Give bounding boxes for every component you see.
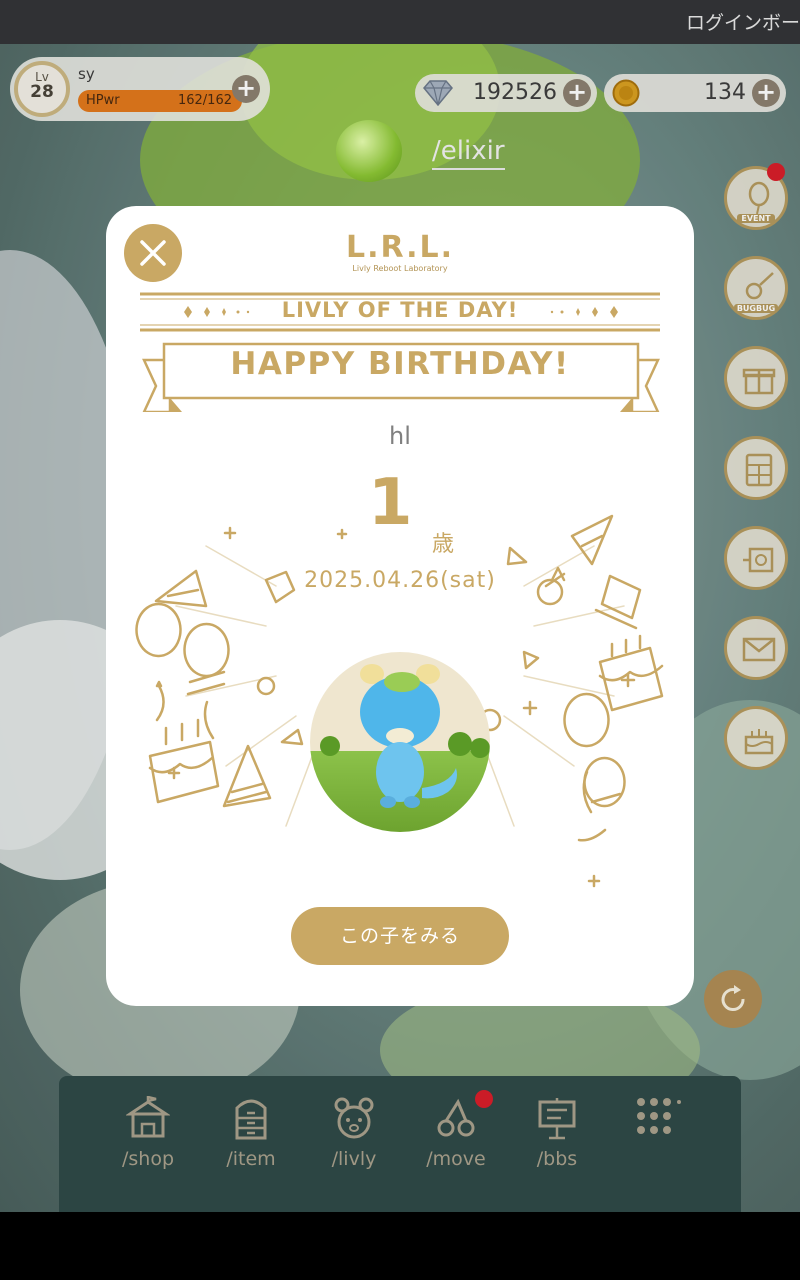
livly-of-the-day-heading: LIVLY OF THE DAY! <box>281 298 519 322</box>
sparkle-icon <box>522 672 636 888</box>
system-navigation-bar <box>0 1212 800 1280</box>
close-button[interactable] <box>124 224 182 282</box>
party-hat-icon <box>222 744 272 808</box>
cake-icon <box>148 718 220 804</box>
livly-portrait[interactable] <box>310 652 490 832</box>
logo-main-text: L.R.L. <box>345 230 455 265</box>
party-hat-icon <box>154 569 208 608</box>
confetti-circle <box>256 676 276 696</box>
hat-icon <box>594 574 642 630</box>
view-livly-button[interactable]: この子をみる <box>291 907 509 965</box>
close-icon <box>140 240 166 266</box>
logo-sub-text: Livly Reboot Laboratory <box>352 264 448 273</box>
birthday-modal: L.R.L. Livly Reboot Laboratory LIVLY OF … <box>106 206 694 1006</box>
cake-icon <box>598 634 664 712</box>
livly-character <box>320 664 490 808</box>
gem-icon <box>264 570 296 604</box>
star-icon <box>544 566 566 588</box>
lrl-logo: L.R.L. Livly Reboot Laboratory <box>330 232 470 274</box>
balloon-icon <box>183 622 230 740</box>
livly-name: hl <box>389 422 411 450</box>
balloon-icon <box>135 602 182 722</box>
happy-birthday-text: HAPPY BIRTHDAY! <box>230 346 570 382</box>
party-hat-icon <box>570 514 614 566</box>
